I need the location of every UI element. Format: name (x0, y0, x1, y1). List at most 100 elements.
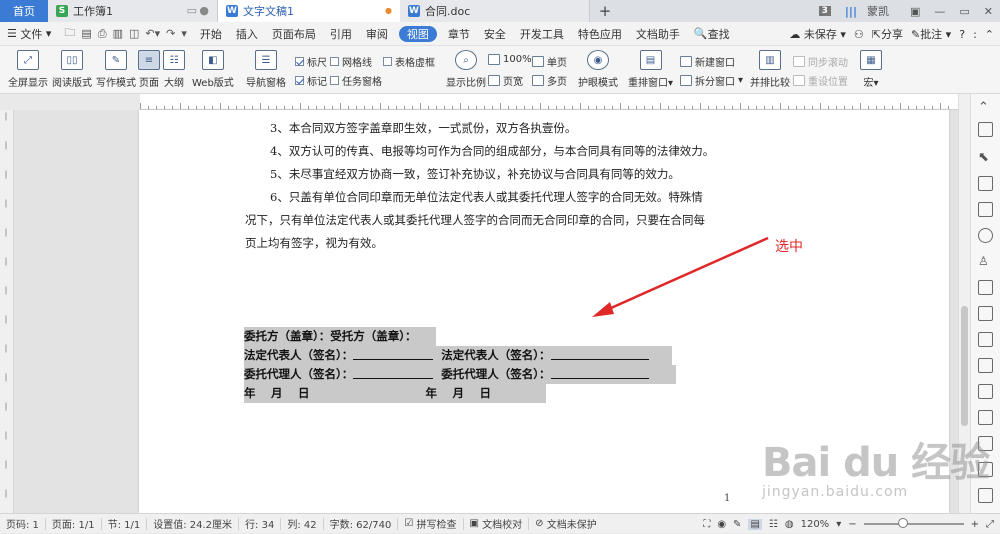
multi-page-button[interactable]: 多页 (532, 73, 567, 88)
sync-scroll-button[interactable]: 同步滚动 (793, 54, 848, 69)
rearrange-window-button[interactable]: ▤ 重排窗口▾ (628, 50, 673, 89)
writing-mode-button[interactable]: ✎ 写作模式 (96, 50, 136, 89)
scrollbar-thumb[interactable] (961, 306, 968, 426)
tools-icon[interactable] (978, 384, 993, 399)
tab-menu-1[interactable]: 插入 (229, 22, 265, 46)
lock-icon[interactable] (978, 358, 993, 373)
zoom-level[interactable]: 120% (801, 519, 830, 530)
undo-icon[interactable]: ↶▾ (145, 27, 160, 40)
fullscreen-button[interactable]: ⤢ 全屏显示 (8, 50, 48, 89)
zoom-out-button[interactable]: − (848, 519, 856, 530)
file-menu[interactable]: ☰ 文件 ▾ (0, 22, 58, 46)
tab-workbook[interactable]: S 工作簿1 ▭ ● (48, 0, 218, 22)
customize-icon[interactable]: ▾ (181, 27, 187, 40)
side-by-side-button[interactable]: ▥ 并排比较 (750, 50, 790, 89)
maximize-button[interactable]: ▭ (952, 0, 976, 22)
monitor-icon[interactable]: ▭ (187, 4, 197, 17)
skin-icon[interactable]: ▣ (903, 0, 927, 22)
eye-icon[interactable]: ◉ (717, 519, 726, 530)
document-icon[interactable] (978, 410, 993, 425)
new-window-button[interactable]: 新建窗口 (680, 54, 735, 69)
outline-button[interactable]: ☷ 大纲 (163, 50, 185, 89)
zoom-in-button[interactable]: + (971, 519, 979, 530)
tab-home[interactable]: 首页 (0, 0, 48, 22)
new-tab-button[interactable]: + (590, 0, 620, 22)
status-setting[interactable]: 设置值: 24.2厘米 (147, 517, 240, 531)
folder-icon[interactable]: 🗀 (64, 24, 75, 43)
status-page-code[interactable]: 页码: 1 (0, 517, 46, 531)
zoom-slider[interactable] (863, 518, 964, 528)
zoom-100-button[interactable]: 100% (488, 54, 532, 65)
zoom-ratio-button[interactable]: ⌕ 显示比例 (446, 50, 486, 89)
tab-menu-6[interactable]: 章节 (441, 22, 477, 46)
tab-menu-0[interactable]: 开始 (193, 22, 229, 46)
shape-icon[interactable] (978, 176, 993, 191)
print-icon[interactable]: ▥ (113, 27, 123, 40)
tab-contract[interactable]: W 合同.doc (400, 0, 590, 22)
spell-check-button[interactable]: ☑ 拼写检查 (398, 517, 464, 531)
fit-icon[interactable]: ⤢ (986, 519, 994, 530)
status-word-count[interactable]: 字数: 62/740 (324, 517, 399, 531)
page-view-icon[interactable]: ▤ (748, 518, 762, 530)
selected-row-date[interactable]: 年 月 日年 月 日 (244, 384, 546, 403)
marks-checkbox[interactable]: 标记 (295, 73, 327, 88)
page-layout-button[interactable]: ≡ 页面 (138, 50, 160, 89)
print-preview-icon[interactable]: ⎙ (98, 27, 107, 41)
outline-view-icon[interactable]: ☷ (769, 519, 778, 530)
collab-icon[interactable]: ⚇ (854, 28, 864, 41)
split-window-button[interactable]: 拆分窗口 ▾ (680, 73, 743, 88)
web-view-icon[interactable]: ◍ (785, 519, 794, 530)
reading-layout-button[interactable]: ▯▯ 阅读版式 (52, 50, 92, 89)
annotate-button[interactable]: ✎批注 ▾ (911, 26, 951, 42)
selected-row-legal-rep[interactable]: 法定代表人（签名）： 法定代表人（签名）： (244, 346, 672, 365)
task-pane-checkbox[interactable]: 任务窗格 (330, 73, 382, 88)
status-section[interactable]: 节: 1/1 (102, 517, 148, 531)
fullscreen-icon[interactable]: ⛶ (703, 519, 710, 530)
cursor-icon[interactable]: ⬉ (978, 150, 993, 165)
backup-icon[interactable] (978, 202, 993, 217)
tab-document[interactable]: W 文字文稿1 ● (218, 0, 400, 22)
reset-position-button[interactable]: 重设位置 (793, 73, 848, 88)
style-icon[interactable] (978, 122, 993, 137)
table-icon[interactable] (978, 280, 993, 295)
minimize-button[interactable]: — (927, 0, 952, 22)
help-button[interactable]: ? (959, 28, 965, 41)
selected-row-stamp[interactable]: 委托方（盖章）：受托方（盖章）： (244, 327, 436, 346)
zoom-dropdown-icon[interactable]: ▾ (836, 519, 841, 530)
link-icon[interactable] (978, 228, 993, 243)
user-avatar[interactable]: ||| 蒙凯 (838, 0, 903, 22)
proofread-button[interactable]: ▣ 文档校对 (464, 517, 530, 531)
web-layout-button[interactable]: ◧ Web版式 (192, 50, 234, 89)
pen-icon[interactable]: ✎ (733, 519, 741, 530)
page-width-button[interactable]: 页宽 (488, 73, 523, 88)
zoom-slider-knob[interactable] (897, 518, 908, 528)
unsaved-button[interactable]: ☁ 未保存 ▾ (789, 26, 846, 42)
selected-row-agent[interactable]: 委托代理人（签名）： 委托代理人（签名）： (244, 365, 676, 384)
stamp-tool-icon[interactable]: ♙ (978, 254, 993, 269)
search-button[interactable]: 🔍 查找 (687, 22, 737, 46)
share-button[interactable]: ⇱分享 (872, 26, 903, 42)
save-icon[interactable]: ▤ (81, 27, 91, 40)
export-icon[interactable]: ◫ (129, 27, 139, 40)
tab-menu-3[interactable]: 引用 (323, 22, 359, 46)
image-icon[interactable] (978, 306, 993, 321)
tab-menu-5[interactable]: 视图 (398, 25, 437, 42)
tab-menu-9[interactable]: 特色应用 (571, 22, 629, 46)
nav-pane-button[interactable]: ☰ 导航窗格 (246, 50, 286, 89)
tab-menu-8[interactable]: 开发工具 (513, 22, 571, 46)
protect-status[interactable]: ⊘ 文档未保护 (529, 518, 603, 531)
macro-button[interactable]: ▦ 宏▾ (860, 50, 882, 89)
crop-icon[interactable] (978, 332, 993, 347)
eye-mode-button[interactable]: ◉ 护眼模式 (578, 50, 618, 89)
tab-menu-4[interactable]: 审阅 (359, 22, 395, 46)
redo-icon[interactable]: ↷ (166, 27, 175, 40)
more-icon[interactable]: : (973, 28, 977, 41)
horizontal-ruler[interactable] (140, 94, 958, 110)
close-button[interactable]: ✕ (977, 0, 1000, 22)
tab-menu-2[interactable]: 页面布局 (265, 22, 323, 46)
status-pages[interactable]: 页面: 1/1 (46, 517, 102, 531)
collapse-ribbon-icon[interactable]: ⌃ (985, 28, 994, 41)
table-lines-checkbox[interactable]: 表格虚框 (383, 54, 435, 69)
ruler-checkbox[interactable]: 标尺 (295, 54, 327, 69)
single-page-button[interactable]: 单页 (532, 54, 567, 69)
